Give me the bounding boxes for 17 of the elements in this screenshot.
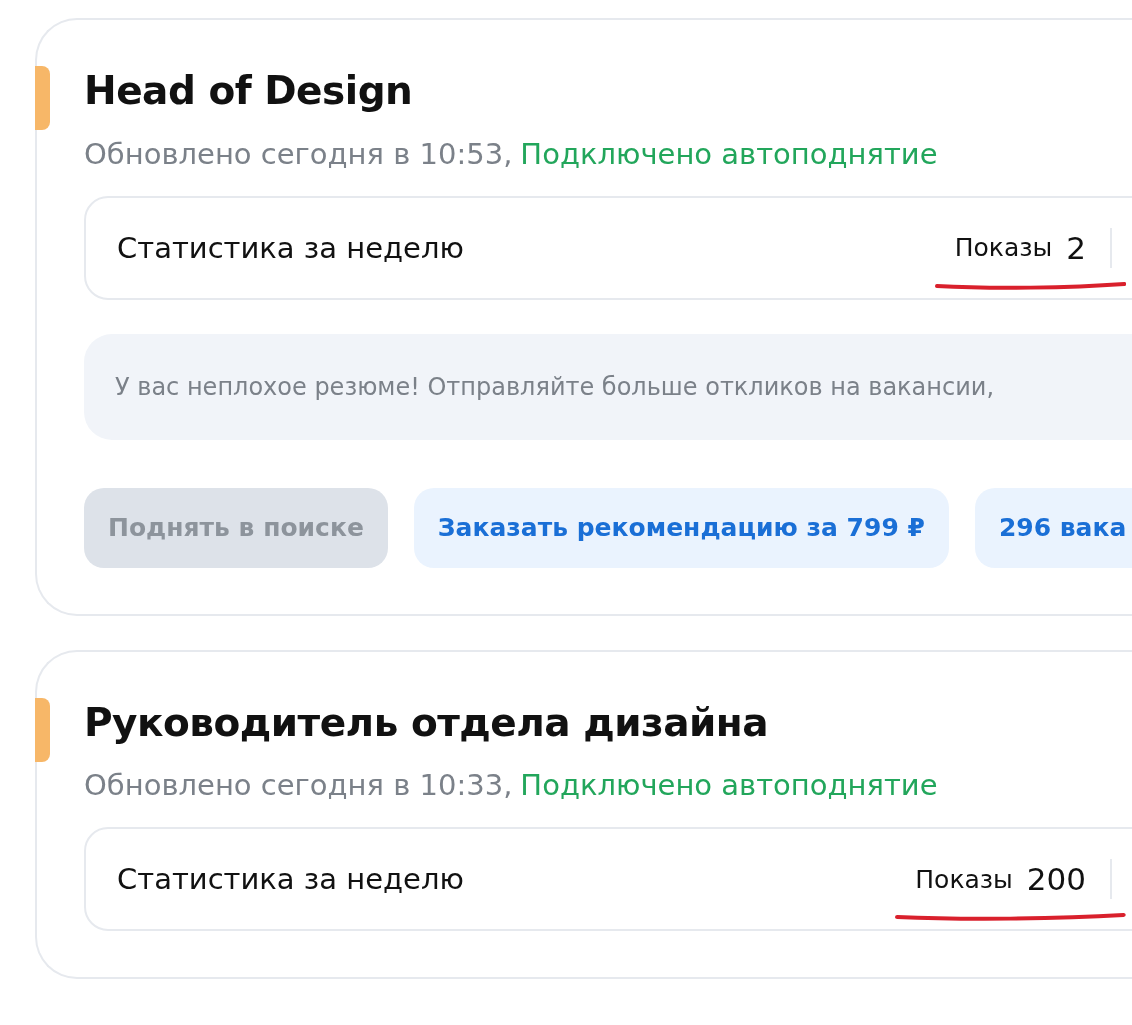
resume-title: Руководитель отдела дизайна: [84, 699, 770, 747]
autoraise-text: Подключено автоподнятие: [520, 136, 938, 172]
hint-text: У вас неплохое резюме! Отправляйте больше откликов на вакансии,: [115, 372, 995, 401]
action-button[interactable]: Заказать рекомендацию за 799 ₽: [413, 487, 949, 568]
autoraise-text: Подключено автоподнятие: [520, 768, 938, 804]
views-label: Показы: [915, 864, 1013, 894]
action-button[interactable]: 296 вака: [974, 487, 1132, 568]
stats-panel[interactable]: Статистика за неделю Показы 2: [84, 195, 1132, 300]
views-value: 2: [1066, 229, 1086, 266]
views-label: Показы: [954, 233, 1053, 263]
updated-text: Обновлено сегодня в 10:53,: [84, 136, 513, 172]
stats-panel[interactable]: Статистика за неделю Показы 200: [84, 827, 1132, 932]
stats-label: Статистика за неделю: [117, 230, 464, 265]
updated-text: Обновлено сегодня в 10:33,: [84, 768, 513, 804]
resume-title: Head of Design: [84, 68, 414, 115]
views-value: 200: [1026, 861, 1086, 898]
stats-label: Статистика за неделю: [117, 862, 464, 897]
